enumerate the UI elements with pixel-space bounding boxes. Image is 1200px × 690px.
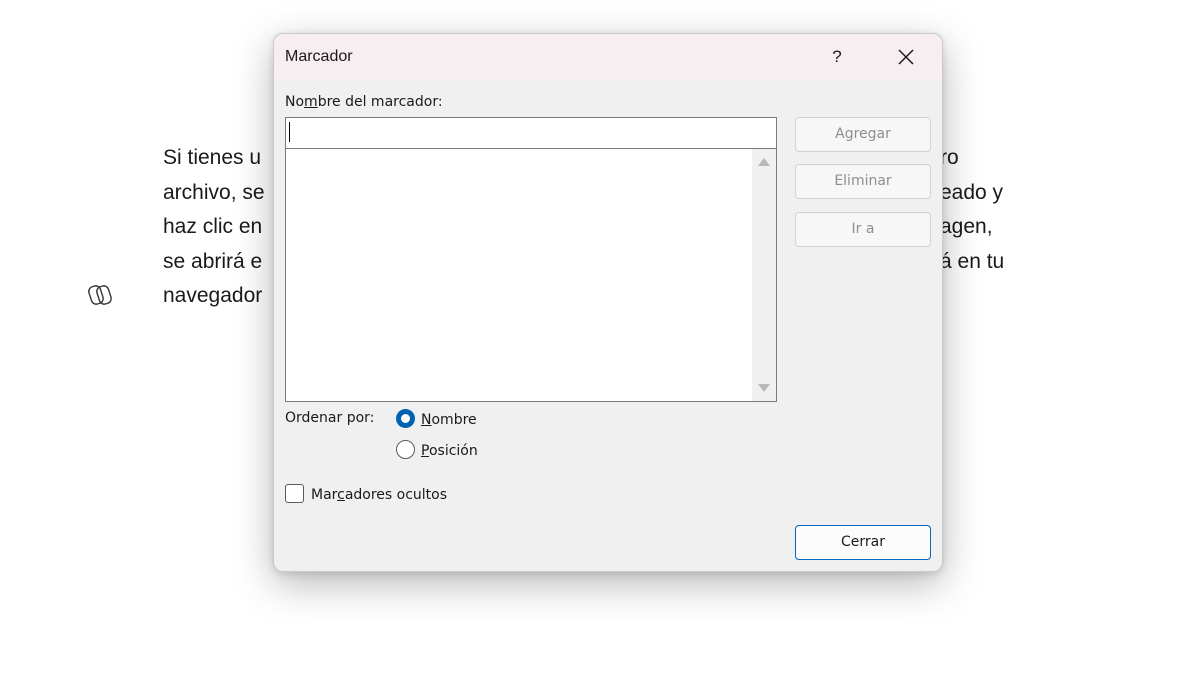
goto-button[interactable]: Ir a [795,212,931,247]
document-line-left: navegador [163,284,263,307]
label-accesskey: m [304,94,318,110]
sort-by-label: Ordenar por: [285,410,375,426]
sort-name-label[interactable]: Nombre [421,412,477,428]
label-accesskey: c [337,487,345,503]
help-button[interactable]: ? [820,40,854,74]
document-line-right: á en tu [940,249,1005,273]
document-line-left: archivo, se [163,180,265,204]
document-line-right: agen, [940,215,993,238]
bookmark-name-input[interactable] [285,117,777,148]
label-part: No [285,94,305,110]
sort-position-label[interactable]: Posición [421,443,478,459]
document-line-left: haz clic en [163,215,263,238]
hidden-bookmarks-checkbox[interactable] [285,484,304,503]
document-line-left: se abrirá e [163,249,263,273]
label-accesskey: P [421,443,429,459]
label-accesskey: N [421,412,432,428]
label-part: ombre [431,412,477,428]
scrollbar[interactable] [752,149,776,401]
delete-button[interactable]: Eliminar [795,164,931,199]
dialog-titlebar: Marcador ? [274,34,942,80]
close-button[interactable]: Cerrar [795,525,931,560]
label-part: adores ocultos [344,487,448,503]
add-button[interactable]: Agregar [795,117,931,152]
bookmark-dialog: Marcador ? Nombre del marcador: Agregar … [273,33,943,572]
text-caret [289,122,290,142]
dialog-title: Marcador [285,48,353,65]
bookmark-name-label: Nombre del marcador: [285,94,443,110]
label-part: osición [428,443,478,459]
sort-position-radio[interactable] [396,440,415,459]
close-icon-graphic [898,49,914,65]
close-icon[interactable] [886,40,926,74]
scroll-down-icon[interactable] [758,384,770,392]
sort-name-radio[interactable] [396,409,415,428]
scroll-up-icon[interactable] [758,158,770,166]
label-part: bre del marcador: [317,94,443,110]
bookmark-list[interactable] [285,148,777,402]
document-line-right: eado y [940,180,1004,204]
copilot-icon-graphic [88,285,112,305]
label-part: Mar [311,487,338,503]
document-line-left: Si tienes u [163,146,262,169]
hidden-bookmarks-label[interactable]: Marcadores ocultos [311,487,447,503]
copilot-icon[interactable] [86,281,114,309]
